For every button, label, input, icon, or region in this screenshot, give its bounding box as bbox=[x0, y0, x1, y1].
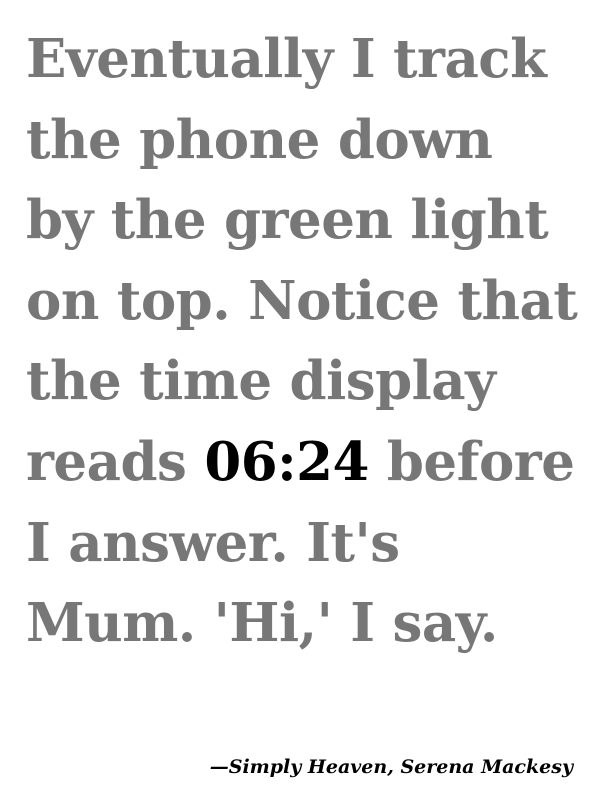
quote-line: I answer. It's bbox=[26, 511, 400, 574]
time-highlight: 06:24 bbox=[204, 430, 369, 493]
quote-line: Eventually I track bbox=[26, 28, 547, 90]
attribution: —Simply Heaven, Serena Mackesy bbox=[209, 756, 573, 778]
quote-line: Mum. 'Hi,' I say. bbox=[26, 592, 498, 655]
quote-line: on top. Notice that bbox=[26, 269, 578, 332]
quote-line: the phone down bbox=[26, 108, 493, 171]
quote-line-with-time: reads 06:24 before bbox=[26, 422, 586, 503]
quote-line: the time display bbox=[26, 350, 496, 413]
quote-text: Eventually I track the phone down by the… bbox=[26, 19, 586, 664]
quote-fragment: reads bbox=[26, 430, 205, 493]
quote-fragment: before bbox=[368, 430, 575, 493]
quote-line: by the green light bbox=[26, 189, 549, 252]
